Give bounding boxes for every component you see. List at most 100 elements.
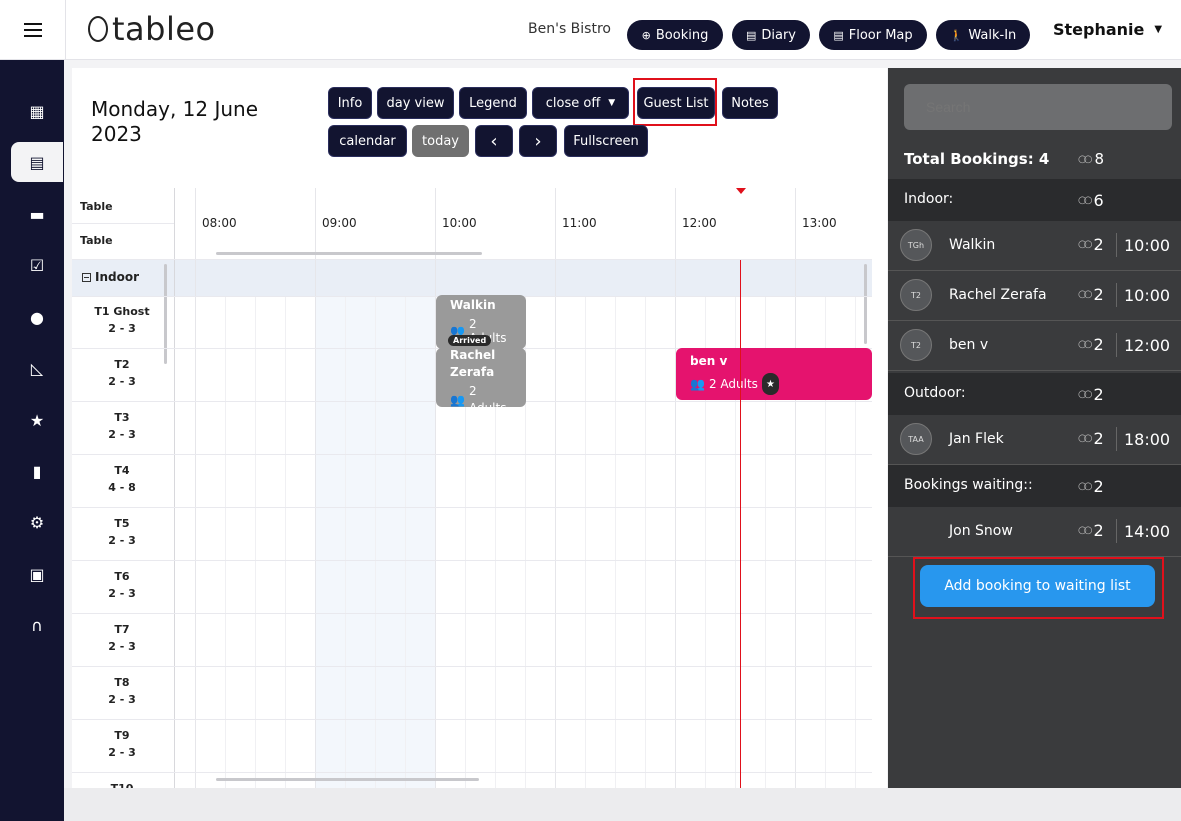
calendar-icon: ▤ <box>833 28 844 42</box>
grid-line <box>435 188 436 788</box>
time-header: 08:00 <box>202 216 237 230</box>
battery-icon[interactable]: ▮ <box>11 451 63 491</box>
notes-button[interactable]: Notes <box>722 87 778 119</box>
people-icon: ○○ <box>1078 289 1093 300</box>
table-label: T6 2 - 3 <box>108 570 136 600</box>
booking-button[interactable]: ⊕ Booking <box>627 20 723 50</box>
current-time-line <box>740 260 741 788</box>
search-input[interactable] <box>904 84 1172 130</box>
chevron-right-icon[interactable]: › <box>519 125 557 157</box>
column-header-table: Table <box>80 234 113 247</box>
section-toggle-indoor[interactable]: Indoor <box>82 270 139 284</box>
gift-icon[interactable]: ▣ <box>11 554 63 594</box>
section-row-indoor <box>72 260 872 296</box>
grid-line <box>72 507 872 508</box>
floor-map-button[interactable]: ▤ Floor Map <box>819 20 927 50</box>
current-time-marker-icon <box>736 188 746 194</box>
table-avatar: T2 <box>900 329 932 361</box>
grid-line <box>345 296 346 788</box>
chart-icon[interactable]: ◺ <box>11 348 63 388</box>
booking-row[interactable]: T2 Rachel Zerafa ○○ 2 10:00 <box>888 271 1181 321</box>
table-label: T9 2 - 3 <box>108 729 136 759</box>
grid-line <box>225 296 226 788</box>
table-label: T8 2 - 3 <box>108 676 136 706</box>
section-waiting: Bookings waiting:: ○○ 2 <box>888 465 1181 507</box>
diary-panel: Monday, 12 June 2023 Info day view Legen… <box>72 68 887 788</box>
booking-block-ben-v[interactable]: ben v 👥 2 Adults ★ <box>676 348 872 400</box>
booking-row[interactable]: T2 ben v ○○ 2 12:00 <box>888 321 1181 371</box>
grid-line <box>72 454 872 455</box>
timeline-grid: Table Table 08:00 09:00 10:00 11:00 12:0… <box>72 188 887 788</box>
grid-line <box>315 188 316 788</box>
booking-block-rachel-zerafa[interactable]: Rachel Zerafa 👥 2 Adults <box>436 348 526 415</box>
star-icon: ★ <box>761 373 779 395</box>
diary-button[interactable]: ▤ Diary <box>732 20 810 50</box>
walk-in-button[interactable]: 🚶 Walk-In <box>936 20 1030 50</box>
highlight-box-add-waiting <box>913 557 1164 619</box>
section-indoor: Indoor: ○○ 6 <box>888 179 1181 221</box>
chevron-down-icon: ▼ <box>1154 24 1163 35</box>
table-avatar: T2 <box>900 279 932 311</box>
collapse-icon <box>82 272 91 282</box>
calendar-button[interactable]: calendar <box>328 125 407 157</box>
time-header: 10:00 <box>442 216 477 230</box>
waiting-row[interactable]: Jon Snow ○○ 2 14:00 <box>888 507 1181 557</box>
grid-line <box>72 259 872 260</box>
info-button[interactable]: Info <box>328 87 372 119</box>
grid-line <box>375 296 376 788</box>
horizontal-scrollbar[interactable] <box>216 252 482 255</box>
people-icon: ○○ <box>1078 481 1093 492</box>
people-icon: ○○ <box>1078 433 1093 444</box>
booking-row[interactable]: TAA Jan Flek ○○ 2 18:00 <box>888 415 1181 465</box>
star-icon[interactable]: ★ <box>11 400 63 440</box>
people-icon: 👥 <box>450 392 465 407</box>
table-avatar: TAA <box>900 423 932 455</box>
grid-line <box>195 188 196 788</box>
fullscreen-button[interactable]: Fullscreen <box>564 125 648 157</box>
headset-icon[interactable]: ∩ <box>11 605 63 645</box>
table-label: T1 Ghost 2 - 3 <box>94 305 150 335</box>
calendar-icon[interactable]: ▤ <box>11 142 63 182</box>
grid-line <box>675 188 676 788</box>
total-bookings: Total Bookings: 4 <box>904 150 1050 168</box>
footer-bar <box>64 788 1181 821</box>
sidebar: ▦ ▤ ▬ ☑ ● ◺ ★ ▮ ⚙ ▣ ∩ <box>0 60 64 821</box>
grid-line <box>72 666 872 667</box>
card-icon[interactable]: ▬ <box>11 194 63 234</box>
table-avatar: TGh <box>900 229 932 261</box>
gear-icon[interactable]: ⚙ <box>11 502 63 542</box>
hamburger-menu-icon[interactable] <box>0 0 66 60</box>
highlight-box-guest-list <box>633 78 717 126</box>
legend-button[interactable]: Legend <box>459 87 527 119</box>
grid-line <box>645 296 646 788</box>
time-header: 11:00 <box>562 216 597 230</box>
grid-divider <box>174 188 175 788</box>
people-icon: ○○ <box>1078 239 1093 250</box>
user-name: Stephanie <box>1053 20 1145 39</box>
booking-block-walkin[interactable]: Walkin 👥2 Adults Arrived <box>436 295 526 349</box>
grid-line <box>585 296 586 788</box>
time-header: 09:00 <box>322 216 357 230</box>
horizontal-scrollbar[interactable] <box>216 778 479 781</box>
grid-line <box>285 296 286 788</box>
today-button[interactable]: today <box>412 125 469 157</box>
people-icon: ○○ <box>1078 153 1093 165</box>
table-label: T10 <box>72 780 172 788</box>
time-header: 12:00 <box>682 216 717 230</box>
people-icon: ○○ <box>1078 339 1093 350</box>
people-icon: ○○ <box>1078 389 1093 400</box>
close-off-dropdown[interactable]: close off ▼ <box>532 87 629 119</box>
dashboard-icon[interactable]: ▦ <box>11 91 63 131</box>
vertical-scrollbar[interactable] <box>864 264 867 344</box>
checklist-icon[interactable]: ☑ <box>11 245 63 285</box>
status-badge: Arrived <box>448 335 492 346</box>
grid-line <box>72 772 872 773</box>
booking-row[interactable]: TGh Walkin ○○ 2 10:00 <box>888 221 1181 271</box>
chevron-down-icon: ▼ <box>608 98 616 108</box>
table-label: T2 2 - 3 <box>108 358 136 388</box>
user-icon[interactable]: ● <box>11 297 63 337</box>
day-view-button[interactable]: day view <box>377 87 454 119</box>
chevron-left-icon[interactable]: ‹ <box>475 125 513 157</box>
grid-line <box>72 613 872 614</box>
user-menu[interactable]: Stephanie ▼ <box>1053 20 1162 39</box>
